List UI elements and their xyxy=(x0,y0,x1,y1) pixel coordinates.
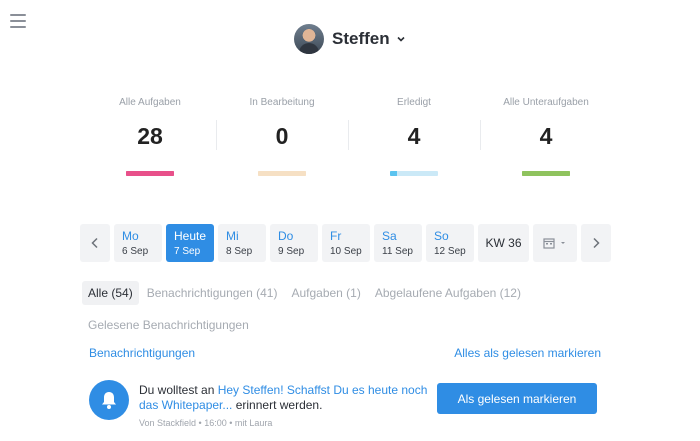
avatar xyxy=(294,24,324,54)
day-name: Fr xyxy=(330,229,342,243)
stat-label: Alle Aufgaben xyxy=(119,97,181,108)
day-monday[interactable]: Mo 6 Sep xyxy=(114,224,162,262)
stat-value: 4 xyxy=(539,123,553,149)
day-sunday[interactable]: So 12 Sep xyxy=(426,224,474,262)
stat-bar xyxy=(126,171,174,176)
stat-label: Alle Unteraufgaben xyxy=(503,97,589,108)
day-thursday[interactable]: Do 9 Sep xyxy=(270,224,318,262)
day-name: Heute xyxy=(174,229,207,243)
bell-icon xyxy=(89,380,129,420)
day-name: Sa xyxy=(382,229,397,243)
week-number[interactable]: KW 36 xyxy=(478,224,529,262)
stat-label: Erledigt xyxy=(397,97,431,108)
calendar-icon xyxy=(543,238,555,249)
notification-item: Du wolltest an Hey Steffen! Schaffst Du … xyxy=(89,378,609,430)
stat-bar xyxy=(390,171,438,176)
week-calendar: Mo 6 Sep Heute 7 Sep Mi 8 Sep Do 9 Sep F… xyxy=(80,224,615,262)
notification-prefix: Du wolltest an xyxy=(139,383,218,397)
day-today[interactable]: Heute 7 Sep xyxy=(166,224,214,262)
hamburger-menu-icon[interactable] xyxy=(10,14,26,28)
user-switcher[interactable]: Steffen xyxy=(294,24,406,54)
stat-all-tasks[interactable]: Alle Aufgaben 28 xyxy=(84,96,216,176)
stat-done[interactable]: Erledigt 4 xyxy=(348,96,480,176)
task-stats: Alle Aufgaben 28 In Bearbeitung 0 Erledi… xyxy=(84,96,612,176)
section-title-notifications[interactable]: Benachrichtigungen xyxy=(89,346,195,360)
stat-label: In Bearbeitung xyxy=(249,97,315,108)
mark-all-read-link[interactable]: Alles als gelesen markieren xyxy=(454,346,601,360)
filter-tasks[interactable]: Aufgaben (1) xyxy=(285,281,366,305)
day-date: 7 Sep xyxy=(174,246,201,257)
day-name: Do xyxy=(278,229,294,243)
filter-notifications[interactable]: Benachrichtigungen (41) xyxy=(141,281,284,305)
chevron-left-icon xyxy=(91,237,98,249)
stat-bar xyxy=(258,171,306,176)
date-picker-button[interactable] xyxy=(533,224,577,262)
mark-as-read-button[interactable]: Als gelesen markieren xyxy=(437,383,597,414)
filter-overdue-tasks[interactable]: Abgelaufene Aufgaben (12) xyxy=(369,281,527,305)
notification-meta: Von Stackfield • 16:00 • mit Laura xyxy=(139,418,273,428)
day-saturday[interactable]: Sa 11 Sep xyxy=(374,224,422,262)
day-name: Mi xyxy=(226,229,239,243)
stat-bar xyxy=(522,171,570,176)
filter-tabs: Alle (54) Benachrichtigungen (41) Aufgab… xyxy=(82,281,612,337)
next-week-button[interactable] xyxy=(581,224,611,262)
chevron-right-icon xyxy=(593,237,600,249)
notification-text: Du wolltest an Hey Steffen! Schaffst Du … xyxy=(139,383,429,413)
stat-in-progress[interactable]: In Bearbeitung 0 xyxy=(216,96,348,176)
filter-read-notifications[interactable]: Gelesene Benachrichtigungen xyxy=(82,313,255,337)
notification-suffix: erinnert werden. xyxy=(232,398,323,412)
stat-all-subtasks[interactable]: Alle Unteraufgaben 4 xyxy=(480,96,612,176)
day-date: 8 Sep xyxy=(226,246,253,257)
day-name: Mo xyxy=(122,229,139,243)
stat-value: 4 xyxy=(407,123,421,149)
user-name: Steffen xyxy=(332,29,390,48)
day-date: 12 Sep xyxy=(434,246,466,257)
day-name: So xyxy=(434,229,449,243)
day-wednesday[interactable]: Mi 8 Sep xyxy=(218,224,266,262)
day-date: 9 Sep xyxy=(278,246,305,257)
prev-week-button[interactable] xyxy=(80,224,110,262)
chevron-down-icon xyxy=(397,36,405,42)
day-date: 6 Sep xyxy=(122,246,149,257)
stat-value: 28 xyxy=(137,123,163,149)
stat-value: 0 xyxy=(275,123,289,149)
day-date: 10 Sep xyxy=(330,246,362,257)
day-friday[interactable]: Fr 10 Sep xyxy=(322,224,370,262)
filter-all[interactable]: Alle (54) xyxy=(82,281,139,305)
day-date: 11 Sep xyxy=(382,246,413,257)
caret-down-icon xyxy=(561,242,565,244)
